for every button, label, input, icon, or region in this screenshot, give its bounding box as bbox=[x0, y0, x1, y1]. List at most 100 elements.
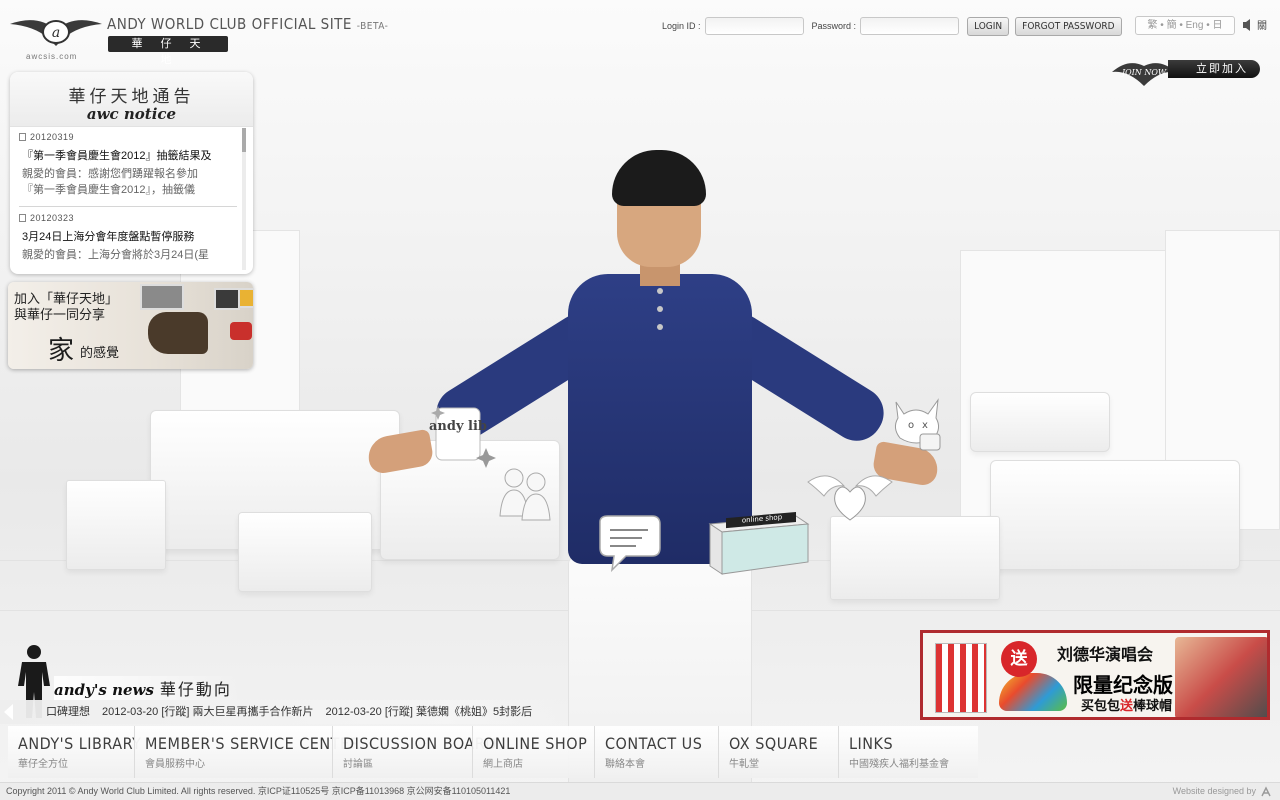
join-banner-line2: 與華仔一同分享 bbox=[14, 307, 106, 322]
nav-item-cn: 中國殘疾人福利基金會 bbox=[849, 759, 949, 770]
document-icon bbox=[19, 133, 26, 141]
nav-members-service[interactable]: MEMBER'S SERVICE CENTER 會員服務中心 bbox=[134, 726, 360, 778]
nav-item-en: ONLINE SHOP bbox=[483, 734, 588, 753]
coffee-table bbox=[830, 516, 1000, 600]
winged-heart-icon bbox=[807, 475, 893, 521]
nav-item-cn: 討論區 bbox=[343, 759, 373, 770]
notice-item[interactable]: 20120323 3月24日上海分會年度盤點暫停服務 親愛的會員：上海分會將於3… bbox=[19, 213, 237, 271]
andys-library-hotspot[interactable]: andy lib bbox=[428, 398, 498, 470]
language-selector[interactable]: 繁 • 簡 • Eng • 日 bbox=[1135, 16, 1235, 35]
shop-building-icon: online shop bbox=[708, 511, 810, 575]
nav-contact-us[interactable]: CONTACT US 聯絡本會 bbox=[594, 726, 718, 778]
ad-offer-highlight: 送 bbox=[1120, 698, 1134, 713]
shirt-buttons bbox=[656, 280, 664, 360]
ticker-arrow-icon bbox=[4, 704, 13, 720]
designer-logo-icon bbox=[1261, 785, 1271, 796]
sound-icon bbox=[1243, 18, 1250, 31]
notice-title-link[interactable]: 3月24日上海分會年度盤點暫停服務 bbox=[19, 228, 237, 244]
wall-picture bbox=[214, 288, 240, 310]
notice-title-cn: 華仔天地通告 bbox=[68, 87, 195, 106]
designer-credit-text: Website designed by bbox=[1172, 786, 1256, 796]
nav-discussion-board[interactable]: DISCUSSION BOARD 討論區 bbox=[332, 726, 497, 778]
ad-title: 刘德华演唱会 bbox=[1057, 647, 1154, 664]
nav-ox-square[interactable]: OX SQUARE 牛軋堂 bbox=[718, 726, 838, 778]
sofa-right bbox=[970, 392, 1110, 452]
news-ticker-item[interactable]: 2012-03-20 [行蹤] 葉德嫻《桃姐》5封影后 bbox=[326, 700, 533, 724]
library-hotspot-text: andy lib bbox=[429, 419, 487, 434]
nav-andys-library[interactable]: ANDY'S LIBRARY 華仔全方位 bbox=[8, 726, 142, 778]
news-label: andy's news 華仔動向 bbox=[54, 676, 244, 700]
document-icon bbox=[19, 214, 26, 222]
footer: Copyright 2011 © Andy World Club Limited… bbox=[0, 782, 1280, 800]
ox-square-hotspot[interactable]: o x bbox=[886, 392, 948, 456]
nav-item-en: DISCUSSION BOARD bbox=[343, 734, 497, 753]
join-now-label: 立即加入 bbox=[1168, 60, 1260, 78]
ad-photo bbox=[1175, 637, 1267, 717]
nav-item-cn: 會員服務中心 bbox=[145, 759, 205, 770]
notice-scroll-thumb[interactable] bbox=[242, 128, 246, 152]
notice-header: 華仔天地通告 awc notice bbox=[10, 72, 253, 127]
login-id-input[interactable] bbox=[704, 17, 804, 35]
notice-body-line: 『第一季會員慶生會2012』，抽籤儀 bbox=[22, 184, 195, 196]
red-chair bbox=[230, 322, 252, 340]
sofa-right-large bbox=[990, 460, 1240, 570]
notice-date: 20120319 bbox=[19, 132, 237, 142]
notice-item[interactable]: 20120319 『第一季會員慶生會2012』抽籤結果及 親愛的會員：感謝您們踴… bbox=[19, 132, 237, 207]
nav-online-shop[interactable]: ONLINE SHOP 網上商店 bbox=[472, 726, 594, 778]
notice-body-line: 親愛的會員：感謝您們踴躍報名參加 bbox=[22, 168, 198, 180]
news-ticker-item[interactable]: 2012-03-20 [行蹤] 兩大巨星再攜手合作新片 bbox=[102, 700, 314, 724]
ad-offer-pre: 买包包 bbox=[1081, 698, 1121, 713]
sound-toggle-label: 關 bbox=[1257, 21, 1267, 32]
discussion-board-hotspot[interactable] bbox=[592, 512, 664, 578]
beta-tag: -BETA- bbox=[356, 21, 389, 32]
login-button[interactable]: LOGIN bbox=[967, 16, 1010, 36]
notice-title-link[interactable]: 『第一季會員慶生會2012』抽籤結果及 bbox=[19, 147, 237, 163]
ad-offer: 买包包送棒球帽 bbox=[1081, 695, 1172, 714]
nav-item-cn: 聯絡本會 bbox=[605, 759, 645, 770]
password-label: Password : bbox=[811, 21, 857, 31]
login-bar: Login ID : Password : LOGIN FORGOT PASSW… bbox=[662, 16, 1128, 36]
notice-panel: 華仔天地通告 awc notice 20120319 『第一季會員慶生會2012… bbox=[10, 72, 253, 274]
password-input[interactable] bbox=[860, 17, 960, 35]
site-title: ANDY WORLD CLUB OFFICIAL SITE -BETA- bbox=[107, 15, 388, 33]
join-now-button[interactable]: JOIN NOW 立即加入 bbox=[1110, 52, 1260, 90]
side-table bbox=[66, 480, 166, 570]
svg-text:a: a bbox=[52, 25, 60, 41]
copyright-text: Copyright 2011 © Andy World Club Limited… bbox=[6, 786, 511, 796]
nav-item-cn: 華仔全方位 bbox=[18, 759, 68, 770]
ad-offer-post: 棒球帽 bbox=[1133, 698, 1173, 713]
notice-title-en: awc notice bbox=[86, 105, 177, 123]
forgot-password-button[interactable]: FORGOT PASSWORD bbox=[1015, 16, 1122, 36]
nav-item-en: CONTACT US bbox=[605, 734, 703, 753]
online-shop-hotspot[interactable]: online shop bbox=[704, 510, 814, 582]
members-icon bbox=[499, 468, 551, 521]
ad-gift-badge: 送 bbox=[1001, 641, 1037, 677]
nav-links[interactable]: LINKS 中國殘疾人福利基金會 bbox=[838, 726, 978, 778]
notice-date-text: 20120319 bbox=[30, 132, 75, 142]
nav-item-en: ANDY'S LIBRARY bbox=[18, 734, 142, 753]
join-emblem-text: JOIN NOW bbox=[1120, 68, 1167, 77]
contact-us-hotspot[interactable] bbox=[804, 462, 896, 528]
wall-picture bbox=[238, 288, 253, 308]
join-banner-line3: 的感覺 bbox=[80, 345, 120, 360]
nav-item-en: OX SQUARE bbox=[729, 734, 819, 753]
concert-merch-ad[interactable]: 送 刘德华演唱会 限量纪念版 买包包送棒球帽 bbox=[920, 630, 1270, 720]
join-banner-home-char: 家 bbox=[48, 336, 75, 366]
news-ticker-track: 口碑理想 2012-03-20 [行蹤] 兩大巨星再攜手合作新片 2012-03… bbox=[46, 700, 532, 724]
svg-text:x: x bbox=[922, 420, 928, 431]
sound-toggle[interactable]: 關 bbox=[1241, 17, 1267, 32]
notice-list: 20120319 『第一季會員慶生會2012』抽籤結果及 親愛的會員：感謝您們踴… bbox=[19, 132, 237, 274]
svg-text:o: o bbox=[908, 420, 914, 431]
baseball-cap-image bbox=[999, 673, 1067, 711]
chinese-name-badge: 華仔天地 bbox=[108, 36, 228, 66]
nav-item-cn: 網上商店 bbox=[483, 759, 523, 770]
members-service-hotspot[interactable] bbox=[494, 460, 556, 526]
wing-logo-icon: a bbox=[10, 20, 102, 46]
designer-credit[interactable]: Website designed by bbox=[1173, 783, 1272, 800]
login-id-label: Login ID : bbox=[662, 21, 701, 31]
join-banner[interactable]: 加入「華仔天地」 與華仔一同分享 家 的感覺 bbox=[8, 282, 253, 369]
news-ticker-item[interactable]: 口碑理想 bbox=[46, 700, 90, 724]
nav-item-en: LINKS bbox=[849, 734, 894, 753]
main-nav: ANDY'S LIBRARY 華仔全方位 MEMBER'S SERVICE CE… bbox=[8, 726, 978, 778]
tote-bag-image bbox=[935, 643, 987, 713]
